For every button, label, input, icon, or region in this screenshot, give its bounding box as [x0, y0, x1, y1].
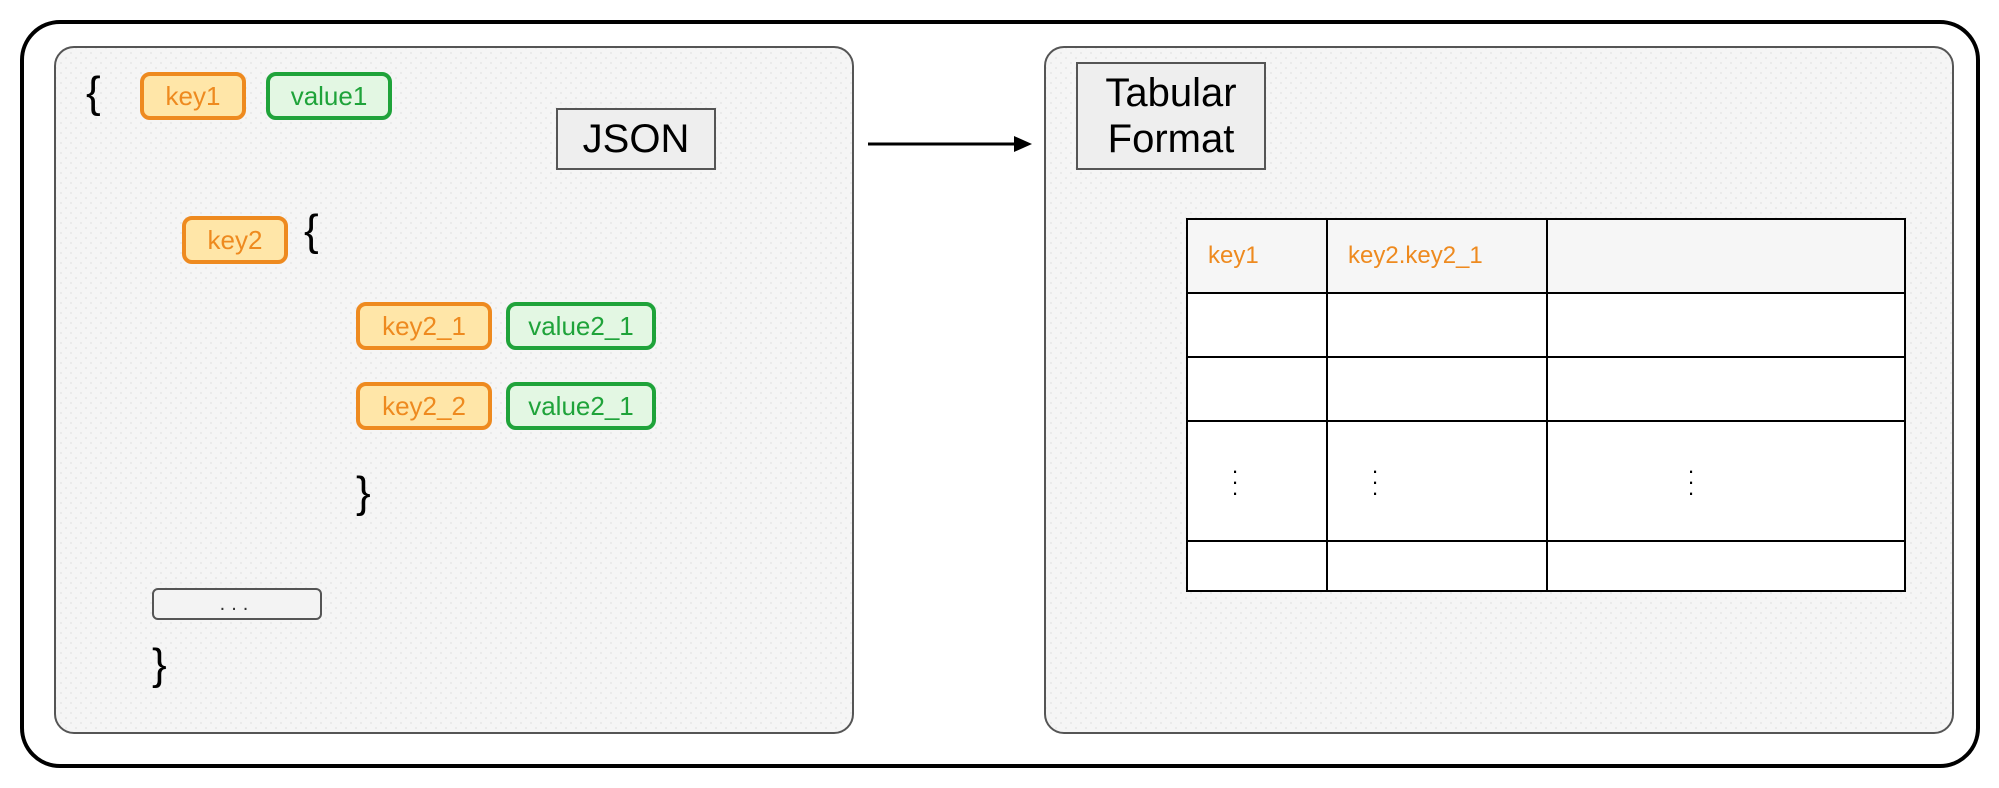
vdots-icon: ...: [1568, 460, 1694, 493]
value2-2-chip: value2_1: [506, 382, 656, 430]
value1-chip: value1: [266, 72, 392, 120]
brace-close-outer: }: [152, 640, 167, 690]
brace-open-inner: {: [304, 206, 319, 256]
vdots-icon: ...: [1348, 460, 1378, 493]
value2-1-chip: value2_1: [506, 302, 656, 350]
key2-chip: key2: [182, 216, 288, 264]
key2-2-chip: key2_2: [356, 382, 492, 430]
table-header-row: key1 key2.key2_1: [1187, 219, 1905, 293]
json-panel: JSON { key1 value1 key2 { key2_1 value2_…: [54, 46, 854, 734]
ellipsis-chip: ...: [152, 588, 322, 620]
tabular-title: Tabular Format: [1076, 62, 1266, 170]
table-row: [1187, 293, 1905, 357]
diagram-frame: JSON { key1 value1 key2 { key2_1 value2_…: [20, 20, 1980, 768]
brace-open-outer: {: [86, 68, 101, 118]
key1-chip: key1: [140, 72, 246, 120]
key2-1-chip: key2_1: [356, 302, 492, 350]
tabular-table: key1 key2.key2_1 ... ... ...: [1186, 218, 1906, 592]
header-col1: key1: [1187, 219, 1327, 293]
json-title: JSON: [556, 108, 716, 170]
table-row: [1187, 541, 1905, 591]
header-col2: key2.key2_1: [1327, 219, 1547, 293]
brace-close-inner: }: [356, 468, 371, 518]
arrow-icon: [864, 124, 1034, 164]
tabular-panel: Tabular Format key1 key2.key2_1 ... ... …: [1044, 46, 1954, 734]
vdots-icon: ...: [1208, 460, 1238, 493]
table-dots-row: ... ... ...: [1187, 421, 1905, 541]
table-row: [1187, 357, 1905, 421]
header-col3: [1547, 219, 1905, 293]
